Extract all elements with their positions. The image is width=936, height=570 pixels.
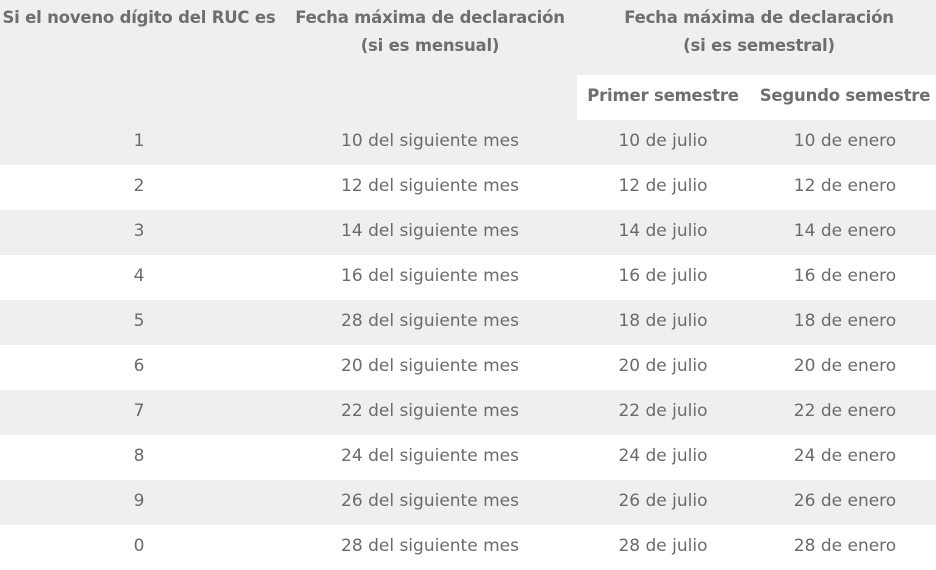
- cell-ruc-digit: 2: [133, 176, 145, 196]
- cell-second-semester-deadline: 14 de enero: [793, 221, 897, 241]
- header-semiannual-line1: Fecha máxima de declaración: [624, 8, 894, 27]
- declaration-deadline-table: Si el noveno dígito del RUC es Fecha máx…: [0, 0, 936, 570]
- cell-monthly-deadline: 24 del siguiente mes: [341, 446, 519, 466]
- cell-monthly-deadline: 26 del siguiente mes: [341, 491, 519, 511]
- cell-second-semester-deadline: 20 de enero: [793, 356, 897, 376]
- table-row: 1 10 del siguiente mes 10 de julio 10 de en…: [0, 120, 936, 165]
- table-row: 6 20 del siguiente mes 20 de julio 20 de en…: [0, 345, 936, 390]
- table-row: 5 28 del siguiente mes 18 de julio 18 de en…: [0, 300, 936, 345]
- cell-ruc-digit: 5: [133, 311, 145, 331]
- header-sub-band-left: [0, 75, 577, 120]
- cell-monthly-deadline: 14 del siguiente mes: [341, 221, 519, 241]
- cell-first-semester-deadline: 16 de julio: [618, 266, 708, 286]
- cell-ruc-digit: 4: [133, 266, 145, 286]
- cell-monthly-deadline: 28 del siguiente mes: [341, 536, 519, 556]
- cell-first-semester-deadline: 26 de julio: [618, 491, 708, 511]
- header-monthly-line1: Fecha máxima de declaración: [295, 8, 565, 27]
- cell-monthly-deadline: 28 del siguiente mes: [341, 311, 519, 331]
- cell-ruc-digit: 9: [133, 491, 145, 511]
- cell-first-semester-deadline: 20 de julio: [618, 356, 708, 376]
- cell-ruc-digit: 8: [133, 446, 145, 466]
- header-ruc-digit: Si el noveno dígito del RUC es: [0, 4, 278, 32]
- cell-monthly-deadline: 16 del siguiente mes: [341, 266, 519, 286]
- cell-second-semester-deadline: 10 de enero: [793, 131, 897, 151]
- cell-first-semester-deadline: 10 de julio: [618, 131, 708, 151]
- cell-monthly-deadline: 10 del siguiente mes: [341, 131, 519, 151]
- cell-monthly-deadline: 12 del siguiente mes: [341, 176, 519, 196]
- table-row: 8 24 del siguiente mes 24 de julio 24 de en…: [0, 435, 936, 480]
- header-semiannual-line2: (si es semestral): [683, 36, 835, 55]
- header-monthly: Fecha máxima de declaración (si es mensu…: [286, 4, 574, 60]
- header-ruc-digit-label: Si el noveno dígito del RUC es: [2, 8, 276, 27]
- cell-monthly-deadline: 20 del siguiente mes: [341, 356, 519, 376]
- table-body: 1 10 del siguiente mes 10 de julio 10 de en…: [0, 120, 936, 570]
- cell-ruc-digit: 0: [133, 536, 145, 556]
- cell-ruc-digit: 3: [133, 221, 145, 241]
- table-row: 9 26 del siguiente mes 26 de julio 26 de en…: [0, 480, 936, 525]
- cell-ruc-digit: 6: [133, 356, 145, 376]
- cell-monthly-deadline: 22 del siguiente mes: [341, 401, 519, 421]
- cell-first-semester-deadline: 28 de julio: [618, 536, 708, 556]
- cell-second-semester-deadline: 16 de enero: [793, 266, 897, 286]
- cell-ruc-digit: 1: [133, 131, 145, 151]
- cell-first-semester-deadline: 24 de julio: [618, 446, 708, 466]
- table-row: 7 22 del siguiente mes 22 de julio 22 de en…: [0, 390, 936, 435]
- cell-ruc-digit: 7: [133, 401, 145, 421]
- header-first-semester: Primer semestre: [587, 86, 739, 105]
- cell-first-semester-deadline: 22 de julio: [618, 401, 708, 421]
- header-monthly-line2: (si es mensual): [360, 36, 500, 55]
- cell-second-semester-deadline: 18 de enero: [793, 311, 897, 331]
- cell-second-semester-deadline: 26 de enero: [793, 491, 897, 511]
- header-second-semester: Segundo semestre: [759, 86, 931, 105]
- cell-second-semester-deadline: 28 de enero: [793, 536, 897, 556]
- table-row: 3 14 del siguiente mes 14 de julio 14 de en…: [0, 210, 936, 255]
- cell-first-semester-deadline: 12 de julio: [618, 176, 708, 196]
- cell-first-semester-deadline: 14 de julio: [618, 221, 708, 241]
- table-row: 2 12 del siguiente mes 12 de julio 12 de en…: [0, 165, 936, 210]
- cell-second-semester-deadline: 12 de enero: [793, 176, 897, 196]
- table-row: 4 16 del siguiente mes 16 de julio 16 de en…: [0, 255, 936, 300]
- cell-second-semester-deadline: 24 de enero: [793, 446, 897, 466]
- cell-second-semester-deadline: 22 de enero: [793, 401, 897, 421]
- cell-first-semester-deadline: 18 de julio: [618, 311, 708, 331]
- header-semiannual: Fecha máxima de declaración (si es semes…: [582, 4, 936, 60]
- table-row: 0 28 del siguiente mes 28 de julio 28 de en…: [0, 525, 936, 570]
